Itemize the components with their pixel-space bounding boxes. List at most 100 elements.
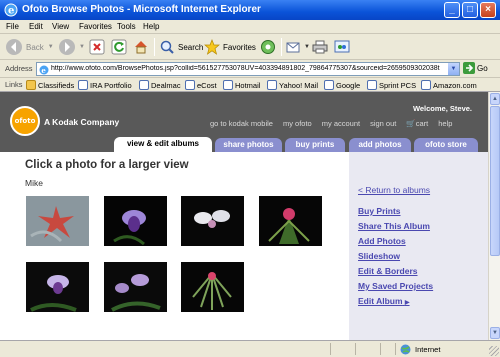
favorites-button[interactable]: Favorites [204,37,256,57]
print-button[interactable] [312,37,328,57]
address-dropdown-icon[interactable]: ▼ [448,63,459,75]
forward-arrow-icon [59,39,75,55]
link-label: Google [336,80,361,90]
forward-button[interactable]: ▼ [58,37,85,57]
home-button[interactable] [133,37,149,57]
toolbar: Back ▼ ▼ Search Favorites ▼ [0,34,500,60]
go-label: Go [477,63,488,73]
stop-button[interactable] [89,37,105,57]
status-divider [380,343,381,355]
refresh-icon [111,39,127,55]
page-link-icon [78,80,88,90]
tab-add-photos[interactable]: add photos [349,138,411,152]
photo-thumbnail[interactable] [26,262,89,312]
tab-buy-prints[interactable]: buy prints [285,138,345,152]
favorites-label: Favorites [223,42,256,52]
search-button[interactable]: Search [159,37,203,57]
menu-favorites[interactable]: Favorites [79,22,112,31]
globe-icon [400,344,411,355]
go-button[interactable]: Go [463,62,488,74]
add-photos-link[interactable]: Add Photos [358,236,406,246]
messenger-icon [334,40,350,53]
back-button[interactable]: Back ▼ [5,37,54,57]
link-ira-portfolio[interactable]: IRA Portfolio [78,80,132,90]
back-dropdown-icon[interactable]: ▼ [48,44,54,50]
menu-view[interactable]: View [52,22,69,31]
scroll-thumb[interactable] [490,106,500,256]
minimize-button[interactable]: _ [444,2,460,18]
link-sign-out[interactable]: sign out [370,119,396,128]
tab-share-photos[interactable]: share photos [215,138,282,152]
forward-dropdown-icon[interactable]: ▼ [79,44,85,50]
photo-thumbnail[interactable] [181,196,244,246]
messenger-button[interactable] [334,37,350,57]
link-help[interactable]: help [438,119,452,128]
close-button[interactable]: × [480,2,496,18]
link-hotmail[interactable]: Hotmail [223,80,260,90]
link-my-ofoto[interactable]: my ofoto [283,119,312,128]
menu-tools[interactable]: Tools [117,22,136,31]
maximize-button[interactable]: □ [462,2,478,18]
slideshow-link[interactable]: Slideshow [358,251,400,261]
link-label: Dealmac [151,80,181,90]
buy-prints-link[interactable]: Buy Prints [358,206,401,216]
link-label: IRA Portfolio [90,80,132,90]
photo-thumbnail[interactable] [26,196,89,246]
link-amazon[interactable]: Amazon.com [421,80,477,90]
link-my-account[interactable]: my account [322,119,360,128]
toolbar-separator [281,38,282,56]
scroll-up-icon[interactable]: ▲ [490,93,500,105]
address-input[interactable]: e http://www.ofoto.com/BrowsePhotos.jsp?… [36,62,460,76]
tab-ofoto-store[interactable]: ofoto store [414,138,478,152]
security-zone: Internet [400,344,440,355]
window-titlebar[interactable]: e Ofoto Browse Photos - Microsoft Intern… [0,0,500,20]
link-cart[interactable]: 🛒cart [406,119,428,128]
stop-icon [89,39,105,55]
mail-icon [286,42,300,53]
search-label: Search [178,42,204,52]
menu-file[interactable]: File [6,22,19,31]
link-kodak-mobile[interactable]: go to kodak mobile [210,119,273,128]
link-classifieds[interactable]: Classifieds [26,80,74,90]
media-button[interactable] [260,37,276,57]
edit-borders-link[interactable]: Edit & Borders [358,266,418,276]
ofoto-logo[interactable]: ofoto [10,106,40,136]
photo-airplant-icon [181,262,244,312]
link-yahoo-mail[interactable]: Yahoo! Mail [267,80,318,90]
link-label: Classifieds [38,80,75,90]
album-actions-panel: < Return to albums Buy Prints Share This… [349,152,488,340]
link-label: Hotmail [235,80,261,90]
photo-starfish-icon [26,196,89,246]
photo-thumbnail[interactable] [181,262,244,312]
mail-dropdown-icon[interactable]: ▼ [304,44,310,50]
resize-grip[interactable] [489,346,499,356]
ie-logo-icon: e [4,3,18,17]
menu-edit[interactable]: Edit [29,22,43,31]
photo-thumbnail[interactable] [104,262,167,312]
link-dealmac[interactable]: Dealmac [139,80,181,90]
scroll-down-icon[interactable]: ▼ [490,327,500,339]
tab-view-edit-albums[interactable]: view & edit albums [114,137,212,152]
mail-button[interactable]: ▼ [286,37,310,57]
status-divider [355,343,356,355]
photo-thumbnail[interactable] [259,196,322,246]
share-album-link[interactable]: Share This Album [358,221,430,231]
photo-thumbnail[interactable] [104,196,167,246]
link-label: Yahoo! Mail [279,80,319,90]
saved-projects-link[interactable]: My Saved Projects [358,281,433,291]
photo-orchid-lavender-icon [26,262,89,312]
site-top-links: go to kodak mobile my ofoto my account s… [210,119,452,128]
link-google[interactable]: Google [324,80,360,90]
refresh-button[interactable] [111,37,127,57]
address-label: Address [5,64,33,73]
link-sprint-pcs[interactable]: Sprint PCS [367,80,416,90]
menu-help[interactable]: Help [143,22,159,31]
site-tabs: view & edit albums share photos buy prin… [0,137,488,152]
page-title: Click a photo for a larger view [25,159,189,171]
window-title: Ofoto Browse Photos - Microsoft Internet… [22,4,261,15]
page-content[interactable]: ofoto A Kodak Company Welcome, Steve. go… [0,92,488,340]
link-ecost[interactable]: eCost [185,80,217,90]
edit-album-link[interactable]: Edit Album ▶ [358,296,410,306]
vertical-scrollbar[interactable]: ▲ ▼ [488,92,500,340]
return-to-albums-link[interactable]: < Return to albums [358,185,430,195]
